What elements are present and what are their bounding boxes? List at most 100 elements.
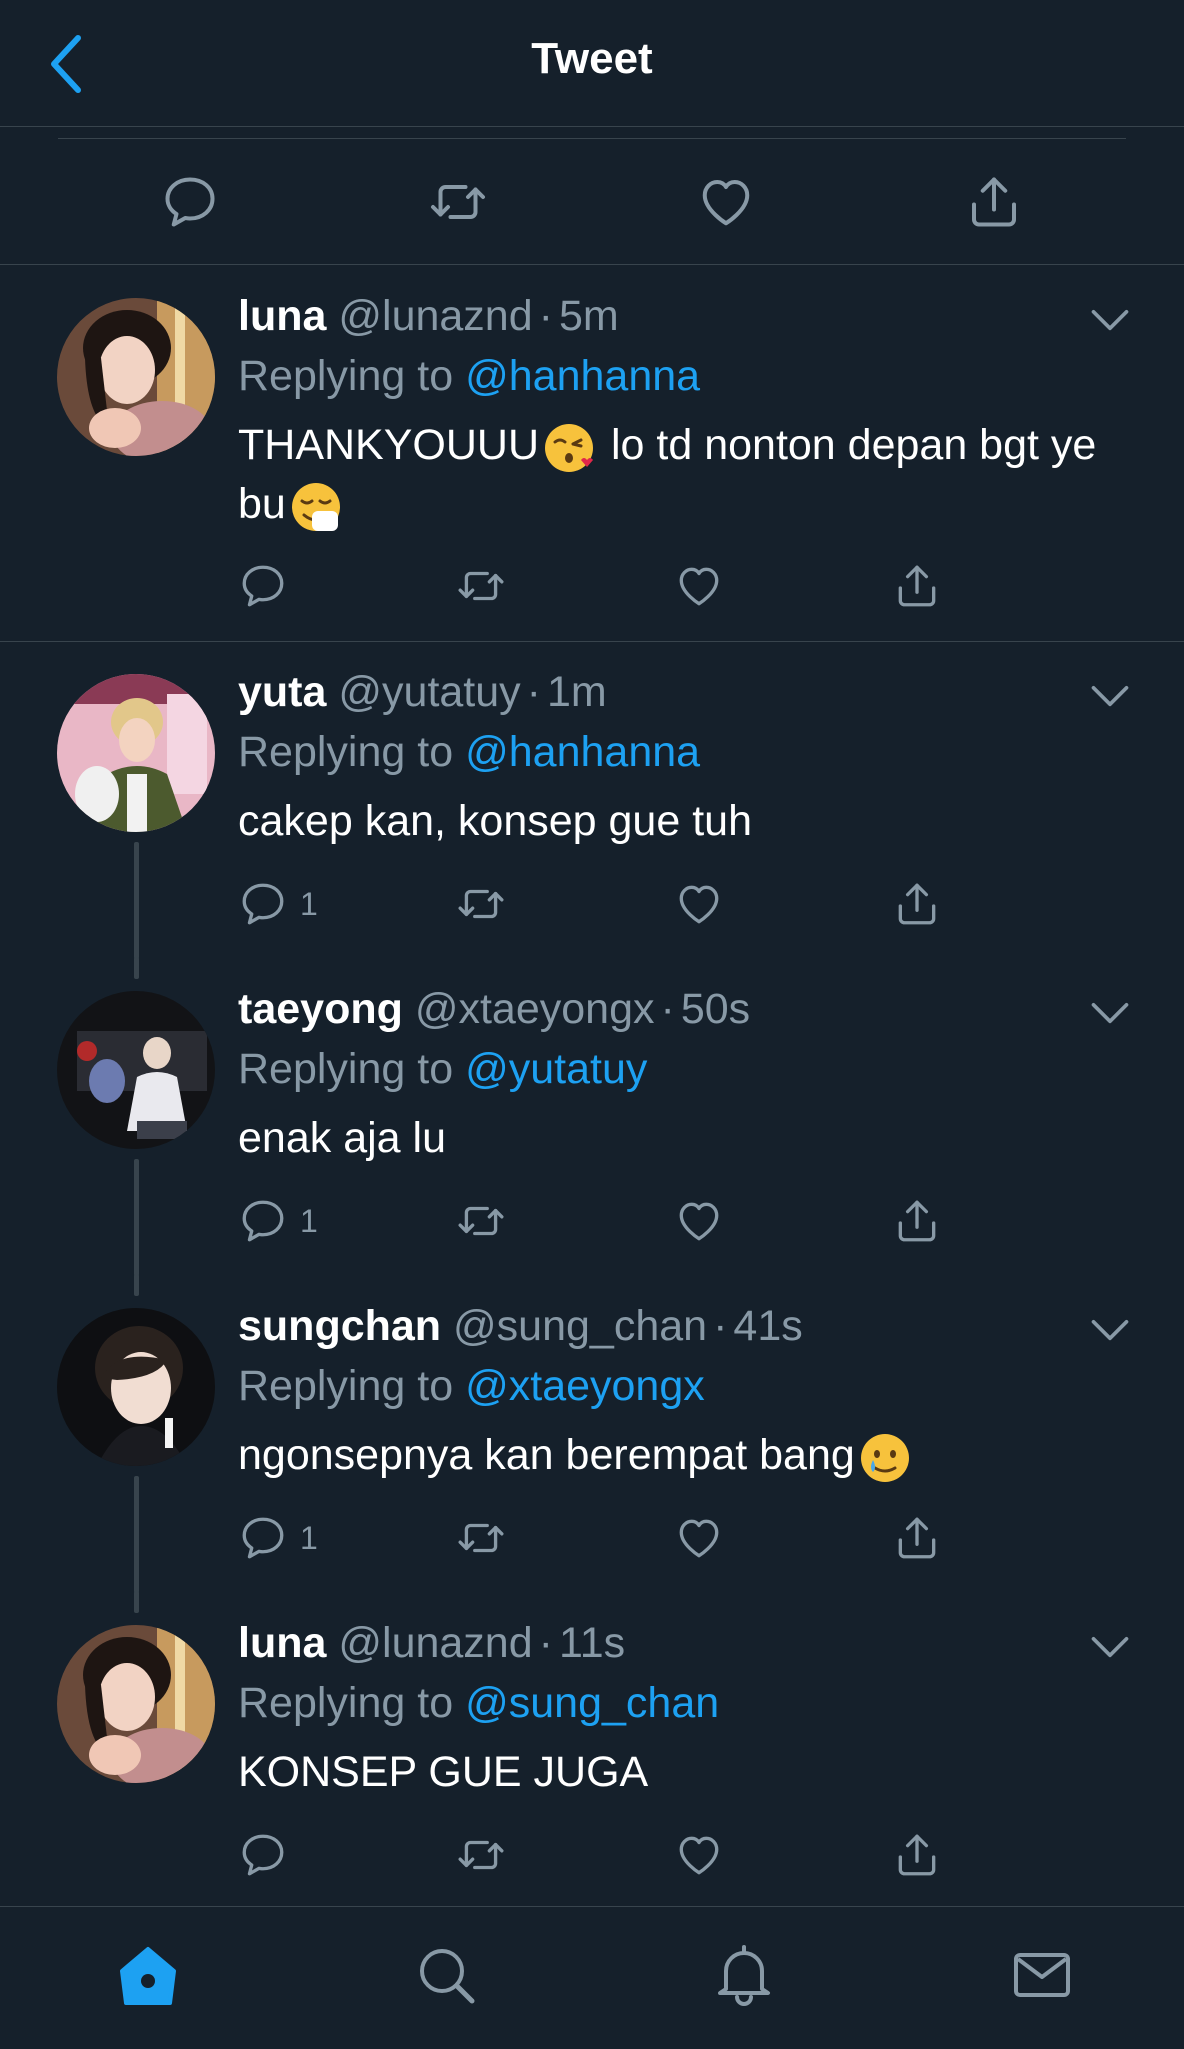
retweet-button[interactable] bbox=[428, 172, 488, 232]
avatar-photo bbox=[57, 1308, 215, 1466]
mention-link[interactable]: @yutatuy bbox=[465, 1045, 647, 1093]
handle[interactable]: @sung_chan bbox=[453, 1302, 707, 1350]
replying-label: Replying to bbox=[238, 728, 454, 776]
tab-home[interactable] bbox=[116, 1943, 180, 2007]
chevron-down-icon bbox=[1088, 999, 1132, 1029]
tab-messages[interactable] bbox=[1010, 1943, 1074, 2007]
avatar[interactable] bbox=[57, 1308, 215, 1466]
like-button[interactable] bbox=[674, 1827, 724, 1883]
like-icon bbox=[696, 172, 756, 232]
tweet-menu-button[interactable] bbox=[1088, 682, 1132, 712]
share-button[interactable] bbox=[892, 1510, 942, 1566]
mention-link[interactable]: @hanhanna bbox=[465, 352, 700, 400]
share-icon bbox=[964, 172, 1024, 232]
share-button[interactable] bbox=[964, 172, 1024, 232]
display-name[interactable]: yuta bbox=[238, 668, 326, 716]
avatar[interactable] bbox=[57, 674, 215, 832]
retweet-button[interactable] bbox=[456, 876, 506, 932]
reply-count: 1 bbox=[300, 1519, 318, 1556]
reply-tweet[interactable]: yuta @yutatuy · 1m Replying to @hanhanna c… bbox=[0, 642, 1184, 959]
reply-button[interactable]: 1 bbox=[238, 876, 318, 932]
share-button[interactable] bbox=[892, 1827, 942, 1883]
reply-button[interactable]: 1 bbox=[238, 1510, 318, 1566]
reply-button[interactable] bbox=[238, 1827, 300, 1883]
share-button[interactable] bbox=[892, 1193, 942, 1249]
tab-search[interactable] bbox=[414, 1943, 478, 2007]
mention-link[interactable]: @sung_chan bbox=[465, 1679, 719, 1727]
like-icon bbox=[674, 561, 724, 611]
smiling-face-with-tear-emoji-icon bbox=[860, 1433, 909, 1482]
like-button[interactable] bbox=[674, 558, 724, 614]
like-icon bbox=[674, 1513, 724, 1563]
retweet-icon bbox=[456, 1830, 506, 1880]
handle[interactable]: @xtaeyongx bbox=[415, 985, 655, 1033]
replying-to: Replying to @xtaeyongx bbox=[238, 1360, 705, 1412]
tweet-header: luna @lunaznd · 11s bbox=[238, 1617, 625, 1669]
replying-label: Replying to bbox=[238, 352, 454, 400]
handle[interactable]: @lunaznd bbox=[338, 1619, 532, 1667]
tweet-menu-button[interactable] bbox=[1088, 1633, 1132, 1663]
avatar-photo bbox=[57, 991, 215, 1149]
avatar[interactable] bbox=[57, 991, 215, 1149]
reply-tweet[interactable]: sungchan @sung_chan · 41s Replying to @xta… bbox=[0, 1274, 1184, 1593]
avatar[interactable] bbox=[57, 1625, 215, 1783]
retweet-button[interactable] bbox=[456, 1510, 506, 1566]
share-button[interactable] bbox=[892, 876, 942, 932]
retweet-button[interactable] bbox=[456, 558, 506, 614]
mention-link[interactable]: @xtaeyongx bbox=[465, 1362, 705, 1410]
tweet-menu-button[interactable] bbox=[1088, 306, 1132, 336]
handle[interactable]: @lunaznd bbox=[338, 292, 532, 340]
tweet-actions bbox=[238, 558, 958, 618]
like-button[interactable] bbox=[674, 876, 724, 932]
display-name[interactable]: luna bbox=[238, 1619, 326, 1667]
reply-icon bbox=[238, 879, 288, 929]
reply-icon bbox=[238, 561, 288, 611]
retweet-button[interactable] bbox=[456, 1827, 506, 1883]
retweet-button[interactable] bbox=[456, 1193, 506, 1249]
reply-tweet[interactable]: luna @lunaznd · 5m Replying to @hanhanna T… bbox=[0, 266, 1184, 642]
thread-line bbox=[134, 1159, 139, 1276]
reply-button[interactable]: 1 bbox=[238, 1193, 318, 1249]
replying-label: Replying to bbox=[238, 1362, 454, 1410]
tweet-text-part: ngonsepnya kan berempat bang bbox=[238, 1431, 855, 1479]
bottom-tab-bar bbox=[0, 1906, 1184, 2049]
display-name[interactable]: taeyong bbox=[238, 985, 403, 1033]
home-icon bbox=[120, 1947, 176, 2005]
share-button[interactable] bbox=[892, 558, 942, 614]
like-button[interactable] bbox=[674, 1510, 724, 1566]
display-name[interactable]: luna bbox=[238, 292, 326, 340]
like-button[interactable] bbox=[696, 172, 756, 232]
share-icon bbox=[892, 1830, 942, 1880]
tweet-menu-button[interactable] bbox=[1088, 1316, 1132, 1346]
tweet-text: THANKYOUUU lo td nonton depan bgt ye bu bbox=[238, 416, 1118, 534]
timestamp: 1m bbox=[547, 668, 607, 716]
display-name[interactable]: sungchan bbox=[238, 1302, 441, 1350]
like-icon bbox=[674, 1196, 724, 1246]
tweet-actions bbox=[238, 1827, 958, 1887]
like-icon bbox=[674, 1830, 724, 1880]
handle[interactable]: @yutatuy bbox=[338, 668, 520, 716]
reply-tweet[interactable]: taeyong @xtaeyongx · 50s Replying to @yuta… bbox=[0, 957, 1184, 1276]
reply-tweet[interactable]: luna @lunaznd · 11s Replying to @sung_chan… bbox=[0, 1591, 1184, 1906]
share-icon bbox=[892, 1513, 942, 1563]
notifications-icon bbox=[718, 1945, 770, 2006]
reply-icon bbox=[238, 1830, 288, 1880]
like-button[interactable] bbox=[674, 1193, 724, 1249]
avatar-photo bbox=[57, 1625, 215, 1783]
retweet-icon bbox=[456, 561, 506, 611]
reply-count: 1 bbox=[300, 1202, 318, 1239]
page-title: Tweet bbox=[531, 34, 653, 83]
timestamp: 41s bbox=[733, 1302, 803, 1350]
thread-line bbox=[134, 1476, 139, 1593]
avatar[interactable] bbox=[57, 298, 215, 456]
replying-label: Replying to bbox=[238, 1679, 454, 1727]
retweet-icon bbox=[456, 1513, 506, 1563]
replying-to: Replying to @yutatuy bbox=[238, 1043, 647, 1095]
tab-notifications[interactable] bbox=[712, 1943, 776, 2007]
tweet-menu-button[interactable] bbox=[1088, 999, 1132, 1029]
reply-button[interactable] bbox=[238, 558, 300, 614]
tweet-header: sungchan @sung_chan · 41s bbox=[238, 1300, 803, 1352]
tweet-header: taeyong @xtaeyongx · 50s bbox=[238, 983, 750, 1035]
mention-link[interactable]: @hanhanna bbox=[465, 728, 700, 776]
reply-button[interactable] bbox=[160, 172, 220, 232]
